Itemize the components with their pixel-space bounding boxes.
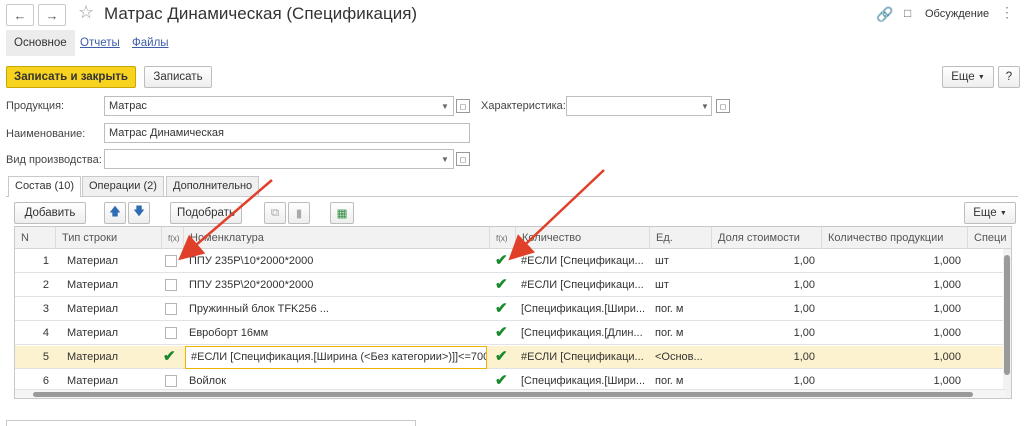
bottom-field[interactable] bbox=[6, 420, 416, 426]
arrow-annotation bbox=[508, 169, 605, 261]
annotation-arrows bbox=[178, 169, 605, 261]
arrow-annotation bbox=[178, 179, 273, 261]
